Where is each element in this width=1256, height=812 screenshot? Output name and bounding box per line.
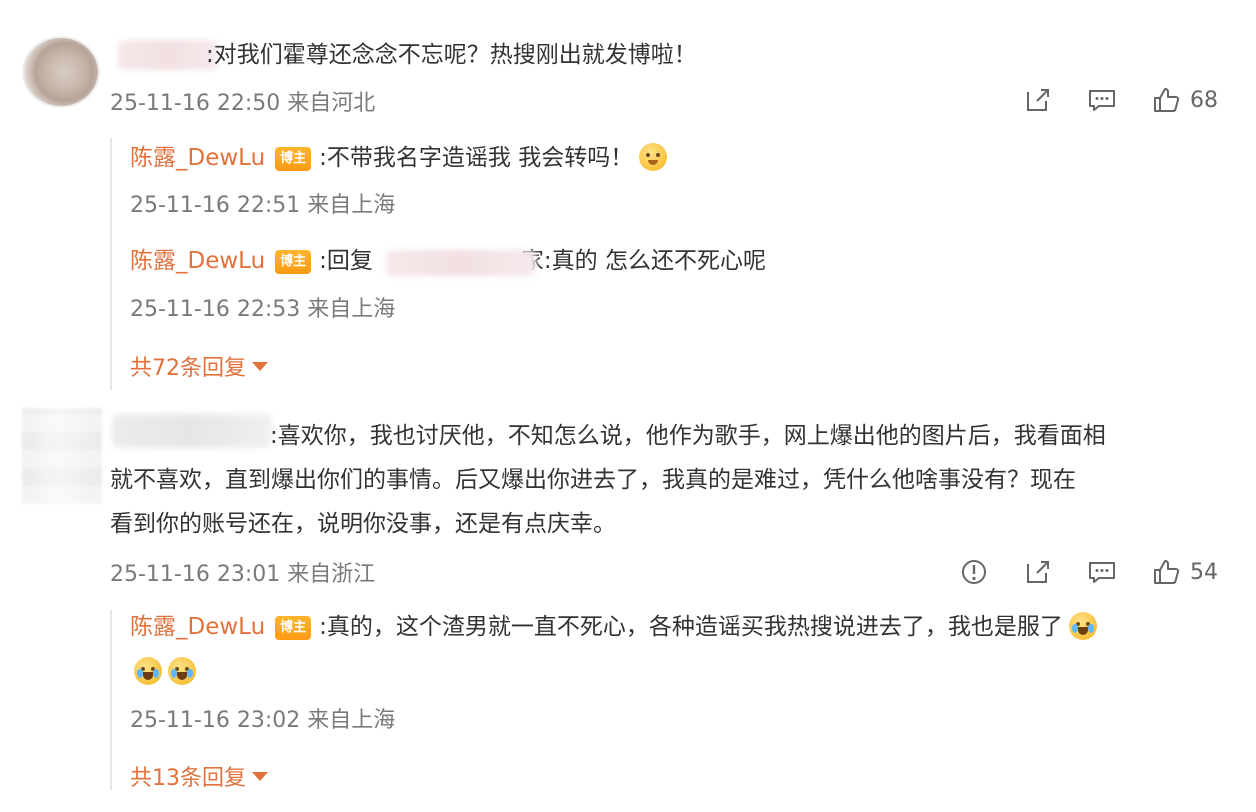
report-icon[interactable]: [958, 556, 990, 588]
caret-down-icon: [252, 362, 268, 371]
comment-actions: 68: [1022, 84, 1218, 116]
thread-line: [110, 610, 112, 790]
comment-meta: 25-11-16 22:50 来自河北: [110, 91, 376, 116]
more-replies-link[interactable]: 共72条回复: [130, 350, 268, 382]
author-badge: 博主: [275, 616, 312, 640]
share-icon[interactable]: [1022, 84, 1054, 116]
comment-text-line-1: :喜欢你，我也讨厌他，不知怎么说，他作为歌手，网上爆出他的图片后，我看面相: [270, 423, 1106, 449]
emoji-cry: [134, 657, 162, 685]
author-badge: 博主: [275, 250, 312, 274]
reply-line: 陈露_DewLu 博主 :不带我名字造谣我 我会转吗！: [130, 136, 668, 180]
reply-author[interactable]: 陈露_DewLu: [130, 248, 265, 274]
reply-author[interactable]: 陈露_DewLu: [130, 614, 265, 640]
like-icon[interactable]: [1150, 556, 1182, 588]
emoji-smirk: [639, 143, 668, 171]
reply-line: 陈露_DewLu 博主 :真的，这个渣男就一直不死心，各种造谣买我热搜说进去了，我也…: [130, 605, 1097, 649]
reply-text: :真的，这个渣男就一直不死心，各种造谣买我热搜说进去了，我也是服了: [319, 614, 1063, 640]
blurred-mention-overlay: [386, 250, 536, 276]
reply-author[interactable]: 陈露_DewLu: [130, 145, 265, 171]
comment-icon[interactable]: [1086, 556, 1118, 588]
emoji-cry: [1068, 612, 1097, 640]
blurred-username[interactable]: [118, 40, 218, 70]
comment-meta: 25-11-16 23:01 来自浙江: [110, 562, 376, 587]
author-badge: 博主: [275, 147, 312, 171]
caret-down-icon: [252, 772, 268, 781]
comment-icon[interactable]: [1086, 84, 1118, 116]
reply-text: 家:真的 怎么还不死心呢: [520, 248, 766, 274]
reply-meta: 25-11-16 23:02 来自上海: [130, 708, 396, 733]
like-count: 54: [1190, 559, 1218, 585]
more-replies-link[interactable]: 共13条回复: [130, 760, 268, 792]
reply-text: :不带我名字造谣我 我会转吗！: [319, 145, 634, 171]
like-count: 68: [1190, 87, 1218, 113]
share-icon[interactable]: [1022, 556, 1054, 588]
reply-meta: 25-11-16 22:51 来自上海: [130, 193, 396, 218]
thread-line: [110, 138, 112, 390]
comment-text: :对我们霍尊还念念不忘呢？热搜刚出就发博啦！: [206, 42, 697, 68]
reply-meta: 25-11-16 22:53 来自上海: [130, 297, 396, 322]
comment-actions: 54: [958, 556, 1218, 588]
avatar[interactable]: [22, 36, 100, 108]
blurred-username[interactable]: [112, 414, 272, 448]
emoji-row: [134, 657, 196, 685]
more-replies-label: 共72条回复: [130, 356, 246, 381]
comment-text-line-2: 就不喜欢，直到爆出你们的事情。后又爆出你进去了，我真的是难过，凭什么他啥事没有？…: [110, 467, 1076, 493]
emoji-cry: [168, 657, 196, 685]
like-icon[interactable]: [1150, 84, 1182, 116]
reply-prefix: :回复: [319, 248, 373, 274]
avatar[interactable]: [22, 408, 102, 504]
more-replies-label: 共13条回复: [130, 766, 246, 791]
comment-text-line-3: 看到你的账号还在，说明你没事，还是有点庆幸。: [110, 511, 616, 537]
